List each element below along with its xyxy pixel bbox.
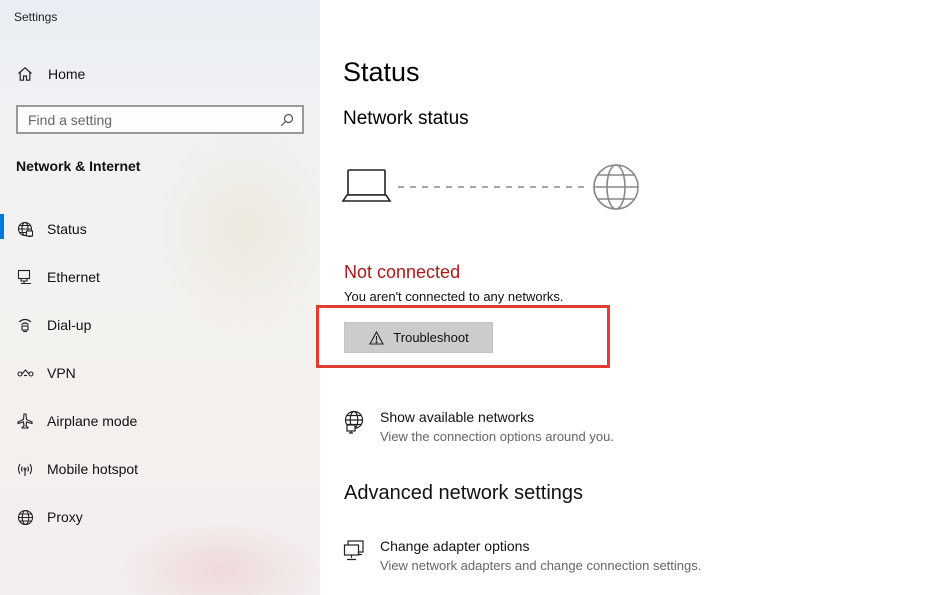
- airplane-icon: [16, 412, 34, 430]
- laptop-icon: [341, 169, 392, 202]
- section-heading: Network & Internet: [16, 158, 141, 174]
- network-globe-icon: [342, 408, 368, 434]
- troubleshoot-button[interactable]: Troubleshoot: [344, 322, 493, 353]
- home-icon: [16, 65, 34, 83]
- sidebar-nav: Status Ethernet Dial-up VPN Airplane mod…: [0, 205, 320, 541]
- network-diagram: [341, 163, 642, 215]
- ethernet-icon: [16, 268, 34, 286]
- dial-up-icon: [16, 316, 34, 334]
- sidebar-item-dial-up[interactable]: Dial-up: [0, 301, 320, 349]
- network-adapter-icon: [342, 537, 368, 563]
- sidebar-item-label: Airplane mode: [47, 413, 138, 429]
- sidebar-item-airplane-mode[interactable]: Airplane mode: [0, 397, 320, 445]
- sidebar-item-mobile-hotspot[interactable]: Mobile hotspot: [0, 445, 320, 493]
- globe-network-icon: [16, 220, 34, 238]
- troubleshoot-label: Troubleshoot: [393, 330, 469, 345]
- page-title: Status: [343, 57, 420, 87]
- advanced-network-settings-heading: Advanced network settings: [344, 482, 584, 504]
- connection-status-description: You aren't connected to any networks.: [344, 289, 564, 304]
- connection-status: Not connected: [344, 262, 461, 282]
- sidebar-item-label: Status: [47, 221, 87, 237]
- network-status-heading: Network status: [343, 108, 469, 129]
- vpn-icon: [16, 364, 34, 382]
- main-content: Status Network status Not connected You …: [316, 0, 932, 595]
- sidebar-item-label: Proxy: [47, 509, 83, 525]
- change-adapter-options-link[interactable]: Change adapter options View network adap…: [342, 537, 701, 575]
- sidebar-home[interactable]: Home: [16, 63, 85, 85]
- change-adapter-title: Change adapter options: [380, 538, 530, 554]
- globe-icon: [593, 164, 639, 210]
- sidebar-item-status[interactable]: Status: [0, 205, 320, 253]
- warning-icon: [368, 330, 384, 346]
- sidebar-item-label: Dial-up: [47, 317, 92, 333]
- app-title: Settings: [14, 10, 58, 24]
- search-input[interactable]: [18, 107, 276, 132]
- search-icon[interactable]: [276, 113, 298, 127]
- show-networks-title: Show available networks: [380, 409, 535, 425]
- sidebar: Settings Home Network & Internet: [0, 0, 320, 595]
- sidebar-item-ethernet[interactable]: Ethernet: [0, 253, 320, 301]
- change-adapter-description: View network adapters and change connect…: [380, 558, 702, 573]
- sidebar-item-vpn[interactable]: VPN: [0, 349, 320, 397]
- sidebar-item-label: Mobile hotspot: [47, 461, 139, 477]
- sidebar-item-label: Ethernet: [47, 269, 100, 285]
- hotspot-icon: [16, 460, 34, 478]
- sidebar-item-proxy[interactable]: Proxy: [0, 493, 320, 541]
- search-box[interactable]: [16, 105, 304, 134]
- show-networks-description: View the connection options around you.: [380, 429, 614, 444]
- home-label: Home: [48, 66, 86, 82]
- globe-icon: [16, 508, 34, 526]
- show-available-networks-link[interactable]: Show available networks View the connect…: [342, 408, 614, 446]
- sidebar-item-label: VPN: [47, 365, 76, 381]
